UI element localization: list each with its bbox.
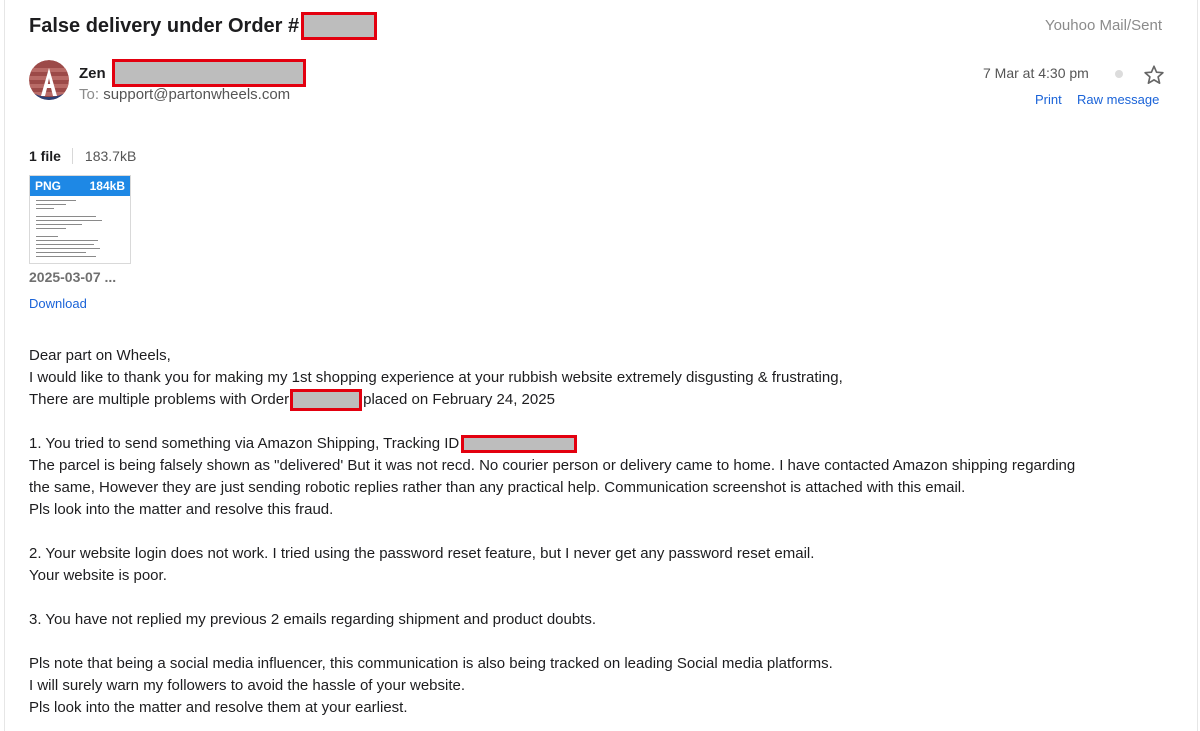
subject-text: False delivery under Order # bbox=[29, 14, 300, 37]
attachment-size: 184kB bbox=[89, 179, 125, 193]
email-body: Dear part on Wheels, I would like to tha… bbox=[29, 345, 1169, 719]
body-line: Your website is poor. bbox=[29, 567, 167, 585]
body-line: Pls look into the matter and resolve the… bbox=[29, 699, 408, 717]
redacted-tracking-id bbox=[461, 435, 578, 454]
body-text: 1. You tried to send something via Amazo… bbox=[29, 435, 460, 453]
attachment-count: 1 file bbox=[29, 148, 73, 164]
body-line: I would like to thank you for making my … bbox=[29, 369, 843, 386]
status-dot-icon[interactable] bbox=[1115, 70, 1123, 78]
email-subject: False delivery under Order # bbox=[29, 12, 378, 40]
sender-name: Zen bbox=[79, 64, 106, 82]
body-line: the same, However they are just sending … bbox=[29, 479, 966, 497]
raw-message-link[interactable]: Raw message bbox=[1077, 92, 1159, 107]
body-text: There are multiple problems with Order bbox=[29, 391, 290, 408]
recipient-line: To: support@partonwheels.com bbox=[79, 86, 290, 103]
redacted-order-number bbox=[301, 12, 378, 40]
folder-label: Youhoo Mail/Sent bbox=[1044, 17, 1162, 34]
star-icon[interactable] bbox=[1143, 64, 1165, 91]
recipient-address: support@partonwheels.com bbox=[103, 86, 291, 103]
body-text: placed on February 24, 2025 bbox=[363, 391, 555, 408]
redacted-order-number bbox=[290, 389, 363, 412]
body-line: Pls note that being a social media influ… bbox=[29, 655, 833, 673]
body-line: Pls look into the matter and resolve thi… bbox=[29, 501, 334, 519]
attachment-thumbnail[interactable]: PNG 184kB bbox=[29, 175, 131, 264]
attachment-type: PNG bbox=[35, 179, 62, 193]
sender-avatar[interactable] bbox=[29, 60, 69, 100]
body-line: 3. You have not replied my previous 2 em… bbox=[29, 611, 597, 629]
attachment-filename: 2025-03-07 ... bbox=[29, 269, 117, 285]
body-line: 2. Your website login does not work. I t… bbox=[29, 545, 815, 563]
avatar-logo-icon bbox=[29, 60, 69, 100]
download-link[interactable]: Download bbox=[29, 296, 87, 311]
body-line: I will surely warn my followers to avoid… bbox=[29, 677, 466, 695]
attachment-total-size: 183.7kB bbox=[84, 148, 137, 164]
redacted-sender-email bbox=[111, 59, 306, 87]
print-link[interactable]: Print bbox=[1035, 92, 1062, 107]
attachment-header: PNG 184kB bbox=[30, 176, 130, 196]
email-date: 7 Mar at 4:30 pm bbox=[983, 65, 1089, 81]
sender: Zen bbox=[79, 59, 306, 87]
greeting: Dear part on Wheels, bbox=[29, 347, 171, 364]
attachment-preview bbox=[30, 196, 130, 263]
attachments-summary: 1 file 183.7kB bbox=[29, 148, 136, 164]
body-line: There are multiple problems with Order pl… bbox=[29, 389, 1169, 412]
body-line: The parcel is being falsely shown as "de… bbox=[29, 457, 1076, 475]
body-line: 1. You tried to send something via Amazo… bbox=[29, 433, 1169, 455]
to-label: To: bbox=[79, 86, 100, 103]
